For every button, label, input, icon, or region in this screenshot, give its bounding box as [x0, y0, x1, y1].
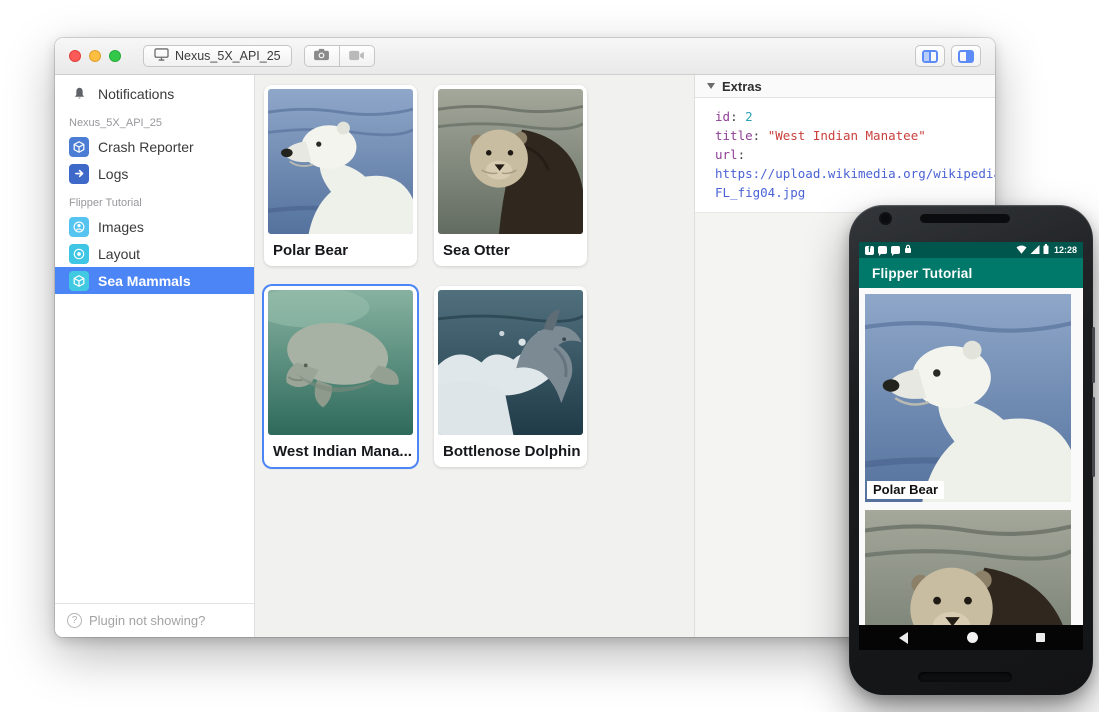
dolphin-image [438, 290, 583, 435]
toggle-right-sidebar-button[interactable] [951, 45, 981, 67]
plugin-sidebar: Notifications Nexus_5X_API_25 Crash Repo… [55, 75, 255, 637]
phone-app-content: Polar Bear [859, 288, 1083, 650]
extras-header[interactable]: Extras [695, 75, 995, 98]
phone-polar-bear-image[interactable]: Polar Bear [865, 294, 1071, 502]
card-title: Sea Otter [434, 234, 587, 259]
wifi-icon [1016, 242, 1027, 259]
code-line-url-key: url: [715, 145, 995, 164]
sidebar-item-layout[interactable]: Layout [55, 240, 254, 267]
sidebar-item-logs[interactable]: Logs [55, 160, 254, 187]
card-bottlenose-dolphin[interactable]: Bottlenose Dolphin [434, 286, 587, 467]
traffic-lights [69, 50, 121, 62]
home-button[interactable] [967, 632, 978, 643]
message-notification-icon [878, 246, 887, 254]
code-line-url-value-2: FL_fig04.jpg [715, 183, 995, 202]
zoom-button[interactable] [109, 50, 121, 62]
panel-toggle-group [915, 45, 981, 67]
cube-icon [69, 271, 89, 291]
bottom-speaker-grille [918, 672, 1012, 682]
polar-bear-image [268, 89, 413, 234]
cube-icon [69, 137, 89, 157]
sidebar-section-app: Flipper Tutorial [55, 187, 254, 213]
cellular-signal-icon [1030, 242, 1040, 259]
power-button [1092, 327, 1095, 383]
code-line-title: title: "West Indian Manatee" [715, 126, 995, 145]
help-icon: ? [67, 613, 82, 628]
toggle-left-sidebar-button[interactable] [915, 45, 945, 67]
battery-icon [1043, 242, 1049, 259]
minimize-button[interactable] [89, 50, 101, 62]
code-line-id: id: 2 [715, 107, 995, 126]
manatee-image [268, 290, 413, 435]
person-circle-icon [69, 217, 89, 237]
target-icon [69, 244, 89, 264]
sidebar-item-notifications[interactable]: Notifications [55, 80, 254, 107]
lock-icon [904, 242, 912, 259]
sidebar-item-label: Crash Reporter [98, 139, 194, 155]
screen-record-button[interactable] [339, 45, 375, 67]
left-panel-icon [922, 50, 938, 63]
message-notification-icon [891, 246, 900, 254]
phone-card-label: Polar Bear [867, 481, 944, 499]
arrow-right-icon [69, 164, 89, 184]
app-bar-title: Flipper Tutorial [872, 266, 972, 281]
code-line-url-value: https://upload.wikimedia.org/wikipedia/c… [715, 164, 995, 183]
android-phone: f 12:28 Flipper Tutorial [849, 205, 1093, 695]
device-selector-label: Nexus_5X_API_25 [175, 49, 281, 63]
bell-icon [69, 84, 89, 104]
sea-mammals-grid: Polar Bear [255, 75, 695, 637]
sidebar-item-images[interactable]: Images [55, 213, 254, 240]
window-titlebar: Nexus_5X_API_25 [55, 38, 995, 75]
right-panel-icon [958, 50, 974, 63]
sidebar-item-crash-reporter[interactable]: Crash Reporter [55, 133, 254, 160]
sidebar-item-label: Notifications [98, 86, 174, 102]
monitor-icon [154, 48, 169, 64]
facebook-app-icon: f [865, 246, 874, 255]
card-sea-otter[interactable]: Sea Otter [434, 85, 587, 266]
extras-title: Extras [722, 79, 762, 94]
recents-button[interactable] [1036, 633, 1045, 642]
volume-rocker [1092, 397, 1095, 477]
earpiece-speaker [920, 214, 1010, 223]
close-button[interactable] [69, 50, 81, 62]
chevron-down-icon [707, 83, 715, 89]
sea-otter-image [438, 89, 583, 234]
screenshot-button[interactable] [304, 45, 340, 67]
card-title: Bottlenose Dolphin [434, 435, 587, 460]
video-camera-icon [348, 49, 365, 64]
plugin-help-label: Plugin not showing? [89, 613, 205, 628]
sidebar-item-label: Layout [98, 246, 140, 262]
capture-button-group [304, 45, 375, 67]
front-camera [881, 214, 890, 223]
data-inspector[interactable]: id: 2title: "West Indian Manatee"url: ht… [695, 98, 995, 213]
sidebar-section-device: Nexus_5X_API_25 [55, 107, 254, 133]
card-polar-bear[interactable]: Polar Bear [264, 85, 417, 266]
android-app-bar: Flipper Tutorial [859, 258, 1083, 288]
android-nav-bar [859, 625, 1083, 650]
camera-icon [313, 48, 330, 64]
card-title: West Indian Mana... [264, 435, 417, 460]
phone-screen: f 12:28 Flipper Tutorial [859, 242, 1083, 650]
sidebar-item-label: Sea Mammals [98, 273, 191, 289]
device-selector-button[interactable]: Nexus_5X_API_25 [143, 45, 292, 67]
back-button[interactable] [893, 632, 908, 644]
plugin-help-link[interactable]: ? Plugin not showing? [55, 603, 254, 637]
sidebar-item-sea-mammals[interactable]: Sea Mammals [55, 267, 254, 294]
sidebar-item-label: Images [98, 219, 144, 235]
android-status-bar: f 12:28 [859, 242, 1083, 258]
card-west-indian-manatee[interactable]: West Indian Mana... [264, 286, 417, 467]
clock-text: 12:28 [1054, 245, 1077, 255]
sidebar-item-label: Logs [98, 166, 128, 182]
card-title: Polar Bear [264, 234, 417, 259]
